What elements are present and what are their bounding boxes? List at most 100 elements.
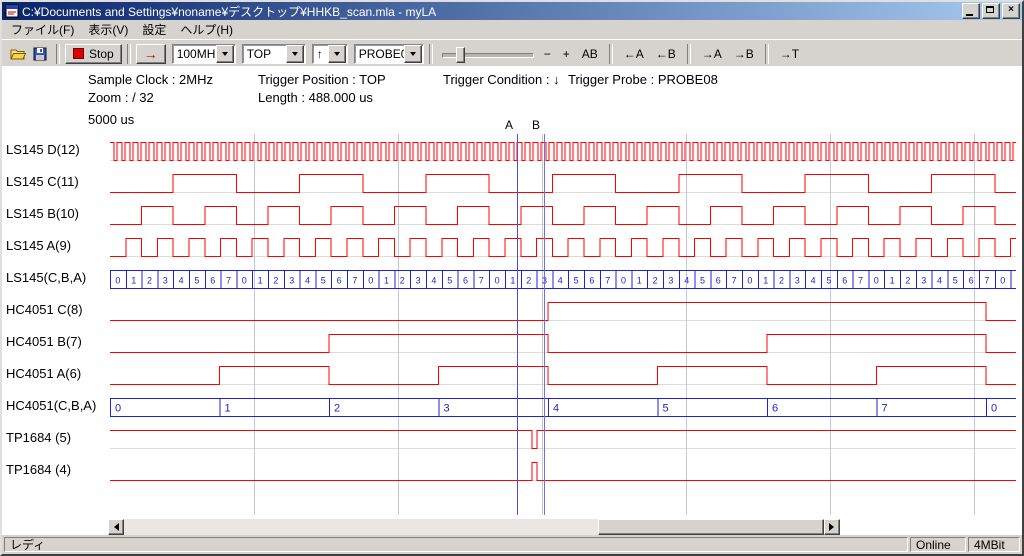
zoom-out-button[interactable]: − bbox=[539, 45, 556, 63]
svg-text:6: 6 bbox=[463, 276, 468, 286]
sample-clock-select[interactable]: 100MHz bbox=[172, 44, 236, 64]
titlebar[interactable]: C:¥Documents and Settings¥noname¥デスクトップ¥… bbox=[2, 2, 1022, 20]
svg-text:7: 7 bbox=[858, 276, 863, 286]
maximize-button[interactable] bbox=[982, 3, 1000, 19]
channel-label: TP1684 (5) bbox=[6, 422, 108, 454]
minimize-button[interactable] bbox=[962, 3, 980, 19]
trigger-probe-select[interactable]: PROBE00 bbox=[354, 44, 424, 64]
zoom-slider[interactable] bbox=[442, 45, 534, 63]
chevron-down-icon[interactable] bbox=[328, 45, 346, 63]
trigger-position-select[interactable]: TOP bbox=[242, 44, 306, 64]
chevron-down-icon[interactable] bbox=[286, 45, 304, 63]
svg-text:0: 0 bbox=[991, 403, 997, 415]
channel-label: LS145 B(10) bbox=[6, 198, 108, 230]
svg-text:2: 2 bbox=[905, 276, 910, 286]
svg-text:2: 2 bbox=[147, 276, 152, 286]
goto-cursor-b-right-button[interactable]: →B bbox=[729, 45, 759, 63]
ab-cursor-button[interactable]: AB bbox=[577, 45, 603, 63]
svg-text:2: 2 bbox=[653, 276, 658, 286]
svg-text:0: 0 bbox=[495, 276, 500, 286]
close-icon: × bbox=[1008, 4, 1014, 15]
svg-text:1: 1 bbox=[131, 276, 136, 286]
statusbar: レディ Online 4MBit bbox=[2, 535, 1022, 554]
trigger-probe-info: Trigger Probe : PROBE08 bbox=[568, 72, 718, 87]
svg-text:1: 1 bbox=[384, 276, 389, 286]
svg-text:4: 4 bbox=[305, 276, 310, 286]
svg-text:1: 1 bbox=[510, 276, 515, 286]
close-button[interactable]: × bbox=[1002, 3, 1020, 19]
chevron-down-icon[interactable] bbox=[404, 45, 422, 63]
stop-button[interactable]: Stop bbox=[65, 44, 122, 64]
app-icon bbox=[5, 4, 19, 18]
status-ready: レディ bbox=[4, 537, 908, 552]
menu-help[interactable]: ヘルプ(H) bbox=[173, 19, 240, 40]
svg-text:3: 3 bbox=[289, 276, 294, 286]
trigger-edge-select[interactable]: ↑ bbox=[312, 44, 348, 64]
time-scale-label: 5000 us bbox=[88, 112, 134, 127]
menu-settings[interactable]: 設定 bbox=[135, 19, 173, 40]
zoom-slider-thumb[interactable] bbox=[456, 47, 465, 63]
svg-text:4: 4 bbox=[179, 276, 184, 286]
waveform-plot[interactable]: 0123456701234567012345670123456701234567… bbox=[110, 134, 1016, 515]
trigger-edge-value: ↑ bbox=[313, 47, 328, 61]
waveform-client-area: Sample Clock : 2MHz Trigger Position : T… bbox=[2, 66, 1022, 535]
svg-text:7: 7 bbox=[732, 276, 737, 286]
channel-label: LS145 A(9) bbox=[6, 230, 108, 262]
channel-label: HC4051 C(8) bbox=[6, 294, 108, 326]
zoom-in-button[interactable]: + bbox=[558, 45, 575, 63]
svg-text:7: 7 bbox=[352, 276, 357, 286]
channel-label: TP1684 (4) bbox=[6, 454, 108, 486]
menu-view[interactable]: 表示(V) bbox=[81, 19, 135, 40]
goto-cursor-b-left-button[interactable]: ←B bbox=[651, 45, 681, 63]
maximize-icon bbox=[986, 6, 994, 13]
sample-clock-value: 100MHz bbox=[173, 47, 216, 61]
goto-trigger-button[interactable]: →T bbox=[775, 45, 804, 63]
goto-cursor-a-left-button[interactable]: ←A bbox=[619, 45, 649, 63]
svg-text:3: 3 bbox=[921, 276, 926, 286]
svg-text:6: 6 bbox=[842, 276, 847, 286]
svg-text:6: 6 bbox=[337, 276, 342, 286]
scrollbar-track[interactable] bbox=[124, 519, 824, 535]
svg-text:0: 0 bbox=[1000, 276, 1005, 286]
window-title: C:¥Documents and Settings¥noname¥デスクトップ¥… bbox=[22, 3, 960, 20]
minimize-icon bbox=[966, 14, 973, 16]
svg-text:1: 1 bbox=[225, 403, 231, 415]
svg-text:0: 0 bbox=[115, 403, 121, 415]
channel-label: HC4051 B(7) bbox=[6, 326, 108, 358]
svg-text:2: 2 bbox=[400, 276, 405, 286]
chevron-down-icon[interactable] bbox=[216, 45, 234, 63]
scroll-right-button[interactable] bbox=[824, 519, 840, 535]
run-button[interactable]: → bbox=[136, 44, 166, 64]
zoom-info: Zoom : / 32 bbox=[88, 90, 154, 105]
cursor-b-label[interactable]: B bbox=[532, 118, 540, 132]
status-online: Online bbox=[910, 537, 966, 552]
channel-label: HC4051(C,B,A) bbox=[6, 390, 108, 422]
svg-text:7: 7 bbox=[882, 403, 888, 415]
cursor-a-label[interactable]: A bbox=[505, 118, 513, 132]
svg-text:3: 3 bbox=[795, 276, 800, 286]
svg-text:4: 4 bbox=[558, 276, 563, 286]
goto-cursor-a-right-button[interactable]: →A bbox=[697, 45, 727, 63]
trigger-condition-info: Trigger Condition : ↓ bbox=[443, 72, 560, 87]
save-file-button[interactable] bbox=[29, 44, 51, 64]
trigger-probe-value: PROBE00 bbox=[355, 47, 404, 61]
svg-text:6: 6 bbox=[716, 276, 721, 286]
svg-text:5: 5 bbox=[663, 403, 669, 415]
horizontal-scrollbar[interactable] bbox=[108, 519, 840, 535]
svg-text:5: 5 bbox=[447, 276, 452, 286]
svg-text:6: 6 bbox=[772, 403, 778, 415]
svg-text:0: 0 bbox=[874, 276, 879, 286]
scroll-left-button[interactable] bbox=[108, 519, 124, 535]
svg-text:7: 7 bbox=[605, 276, 610, 286]
svg-text:4: 4 bbox=[431, 276, 436, 286]
menu-file[interactable]: ファイル(F) bbox=[4, 19, 81, 40]
toolbar: Stop → 100MHz TOP ↑ PROBE00 − + AB bbox=[2, 39, 1022, 68]
svg-text:5: 5 bbox=[826, 276, 831, 286]
stop-icon bbox=[73, 48, 84, 59]
toolbar-separator bbox=[765, 44, 769, 64]
channel-label: LS145(C,B,A) bbox=[6, 262, 108, 294]
scrollbar-thumb[interactable] bbox=[598, 519, 824, 535]
stop-button-label: Stop bbox=[89, 47, 114, 61]
open-file-button[interactable] bbox=[7, 44, 29, 64]
trigger-position-info: Trigger Position : TOP bbox=[258, 72, 386, 87]
